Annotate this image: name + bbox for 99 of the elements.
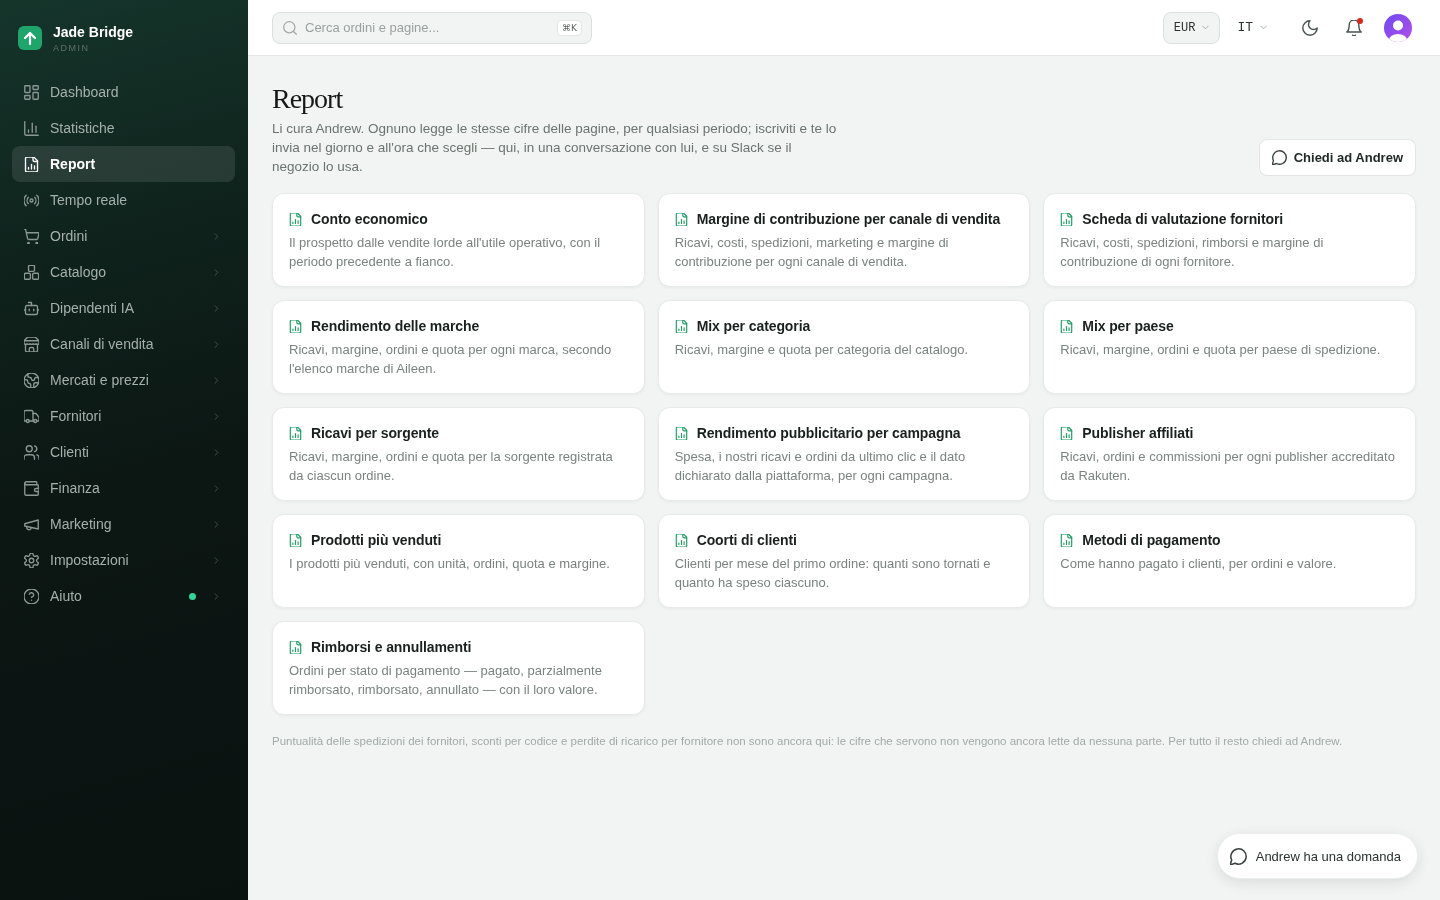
report-card[interactable]: Coorti di clienti Clienti per mese del primo ordine: quanti sono tornati e quanto ha speso ciascuno. (657, 514, 1031, 608)
report-title: Metodi di pagamento (1082, 531, 1221, 550)
document-chart-icon (674, 533, 688, 547)
report-card[interactable]: Prodotti più venduti I prodotti più venduti, con unità, ordini, quota e margine. (272, 514, 645, 608)
brand-name: Jade Bridge (53, 24, 134, 40)
nav-item[interactable]: Report (12, 146, 235, 182)
gear-icon (24, 552, 39, 568)
truck-icon (24, 408, 39, 424)
document-chart-icon (24, 156, 39, 172)
document-chart-icon (289, 212, 302, 226)
bell-icon[interactable] (1346, 19, 1362, 36)
nav-item[interactable]: Clienti (12, 434, 235, 470)
report-card[interactable]: Ricavi per sorgente Ricavi, margine, ordini e quota per la sorgente registrata da ciascun ordine. (272, 407, 645, 501)
currency-select[interactable]: EUR (1162, 11, 1221, 44)
report-description: Ricavi, costi, spedizioni, marketing e margine di contribuzione per ogni canale di vendita. (674, 234, 950, 271)
users-icon (24, 444, 39, 460)
report-title: Publisher affiliati (1082, 424, 1194, 443)
store-icon (24, 336, 39, 352)
report-description: Clienti per mese del primo ordine: quanti sono tornati e quanto ha speso ciascuno. (674, 555, 992, 592)
nav-item[interactable]: Canali di vendita (12, 326, 235, 362)
report-title: Mix per paese (1082, 317, 1174, 336)
globe-icon (24, 372, 39, 388)
chevron-down-icon (1259, 23, 1268, 32)
document-chart-icon (674, 212, 688, 226)
role-label: ADMIN (53, 42, 90, 54)
report-card[interactable]: Publisher affiliati Ricavi, ordini e commissioni per ogni publisher accreditato da Rakuten. (1043, 407, 1416, 501)
nav-item[interactable]: Dipendenti IA (12, 290, 235, 326)
wallet-icon (24, 480, 39, 496)
report-title: Margine di contribuzione per canale di vendita (696, 210, 1001, 229)
search-icon (283, 20, 297, 35)
bar-chart-icon (24, 120, 39, 136)
report-card[interactable]: Metodi di pagamento Come hanno pagato i clienti, per ordini e valore. (1043, 514, 1416, 608)
footnote-text: Puntualità delle spedizioni dei fornitori, sconti per codice e perdite di ricarico per fornitore non sono ancora qui: le cifre che servono non vengono ancora lette da nessuna parte. Per tutto il resto chiedi ad Andrew. (272, 734, 1344, 749)
report-title: Conto economico (311, 210, 428, 229)
boxes-icon (24, 264, 39, 280)
nav-item[interactable]: Dashboard (12, 74, 235, 110)
page-title: Report (272, 82, 343, 116)
report-title: Ricavi per sorgente (311, 424, 440, 443)
grid-icon (24, 84, 39, 100)
report-title: Prodotti più venduti (311, 531, 442, 550)
report-description: Spesa, i nostri ricavi e ordini da ultimo clic e il dato dichiarato dalla piattaforma, per ogni campagna. (674, 448, 967, 485)
document-chart-icon (674, 426, 688, 440)
document-chart-icon (289, 640, 302, 654)
page-description: Li cura Andrew. Ognuno legge le stesse cifre delle pagine, per qualsiasi periodo; iscriviti e te lo invia nel giorno e all'ora che scegli — qui, in una conversazione con lui, e su Slack se il negozio lo usa. (272, 120, 838, 176)
report-card[interactable]: Conto economico Il prospetto dalle vendite lorde all'utile operativo, con il periodo precedente a fianco. (272, 193, 645, 287)
nav-item[interactable]: Fornitori (12, 398, 235, 434)
document-chart-icon (1060, 212, 1074, 226)
report-title: Scheda di valutazione fornitori (1082, 210, 1284, 229)
ask-button[interactable]: Chiedi ad Andrew (1258, 139, 1416, 176)
robot-icon (24, 300, 39, 316)
document-chart-icon (1060, 319, 1074, 333)
report-card[interactable]: Rendimento pubblicitario per campagna Spesa, i nostri ricavi e ordini da ultimo clic e il dato dichiarato dalla piattaforma, per ogni campagna. (657, 407, 1031, 501)
megaphone-icon (24, 516, 39, 532)
chat-bubble-icon (1229, 847, 1247, 865)
user-avatar[interactable] (1384, 13, 1412, 42)
document-chart-icon (1060, 426, 1074, 440)
report-description: Ricavi, margine, ordini e quota per la sorgente registrata da ciascun ordine. (289, 448, 614, 485)
cart-icon (24, 228, 39, 244)
report-card[interactable]: Rimborsi e annullamenti Ordini per stato di pagamento — pagato, parzialmente rimborsato, rimborsato, annullato — con il loro valore. (272, 621, 645, 715)
nav-item[interactable]: Statistiche (12, 110, 235, 146)
report-card[interactable]: Margine di contribuzione per canale di vendita Ricavi, costi, spedizioni, marketing e margine di contribuzione per ogni canale di vendita. (657, 193, 1031, 287)
report-description: I prodotti più venduti, con unità, ordini, quota e margine. (289, 555, 611, 573)
broadcast-icon (24, 192, 39, 208)
report-description: Ricavi, costi, spedizioni, rimborsi e margine di contribuzione di ogni fornitore. (1060, 234, 1325, 271)
moon-icon[interactable] (1302, 19, 1318, 36)
report-description: Ricavi, margine, ordini e quota per paese di spedizione. (1060, 341, 1382, 359)
report-card[interactable]: Scheda di valutazione fornitori Ricavi, costi, spedizioni, rimborsi e margine di contribuzione di ogni fornitore. (1043, 193, 1416, 287)
chevron-down-icon (1201, 23, 1211, 32)
document-chart-icon (289, 319, 302, 333)
report-card[interactable]: Mix per paese Ricavi, margine, ordini e quota per paese di spedizione. (1043, 300, 1416, 394)
chat-button[interactable]: Andrew ha una domanda (1216, 833, 1418, 879)
nav-item[interactable]: Impostazioni (12, 542, 235, 578)
nav-item[interactable]: Aiuto (12, 578, 235, 614)
report-description: Come hanno pagato i clienti, per ordini e valore. (1060, 555, 1338, 573)
report-description: Ordini per stato di pagamento — pagato, parzialmente rimborsato, rimborsato, annullato — con il loro valore. (289, 662, 603, 699)
report-card[interactable]: Mix per categoria Ricavi, margine e quota per categoria del catalogo. (657, 300, 1031, 394)
report-title: Rimborsi e annullamenti (311, 638, 472, 657)
nav-item[interactable]: Mercati e prezzi (12, 362, 235, 398)
document-chart-icon (674, 319, 688, 333)
report-title: Rendimento pubblicitario per campagna (696, 424, 961, 443)
report-description: Ricavi, margine e quota per categoria del catalogo. (674, 341, 970, 359)
language-select[interactable]: IT (1230, 11, 1275, 44)
question-icon (24, 588, 39, 604)
chat-bubble-icon (1271, 150, 1287, 165)
report-title: Coorti di clienti (696, 531, 797, 550)
nav-item[interactable]: Finanza (12, 470, 235, 506)
document-chart-icon (289, 533, 302, 547)
document-chart-icon (1060, 533, 1074, 547)
nav-item[interactable]: Tempo reale (12, 182, 235, 218)
nav-item[interactable]: Catalogo (12, 254, 235, 290)
report-title: Mix per categoria (696, 317, 811, 336)
report-description: Ricavi, margine, ordini e quota per ogni marca, secondo l'elenco marche di Aileen. (289, 341, 613, 378)
report-card[interactable]: Rendimento delle marche Ricavi, margine, ordini e quota per ogni marca, secondo l'elenco marche di Aileen. (272, 300, 645, 394)
nav-item[interactable]: Ordini (12, 218, 235, 254)
report-description: Ricavi, ordini e commissioni per ogni publisher accreditato da Rakuten. (1060, 448, 1396, 485)
report-description: Il prospetto dalle vendite lorde all'utile operativo, con il periodo precedente a fianco. (289, 234, 602, 271)
document-chart-icon (289, 426, 302, 440)
report-title: Rendimento delle marche (311, 317, 480, 336)
nav-item[interactable]: Marketing (12, 506, 235, 542)
